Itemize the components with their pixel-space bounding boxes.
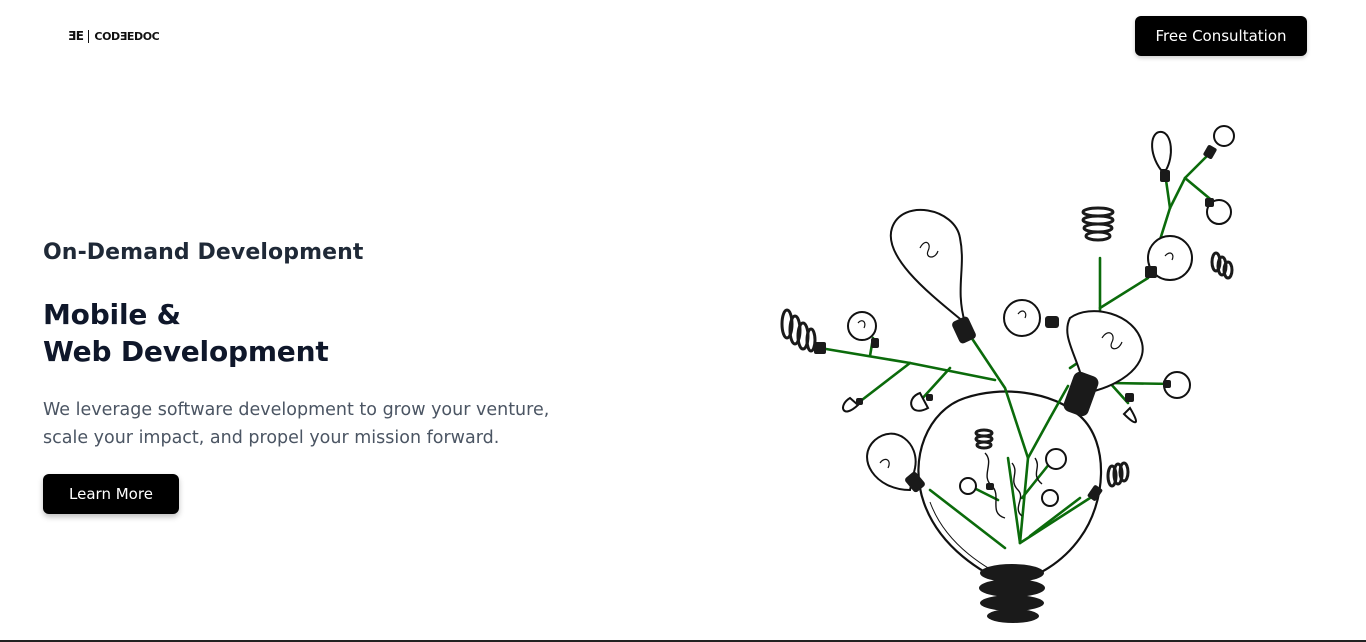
logo-divider [88,29,90,43]
hero-description: We leverage software development to grow… [43,396,603,452]
logo-mark: ƎE [68,29,84,43]
learn-more-button[interactable]: Learn More [43,474,179,514]
hero-title-line-1: Mobile & [43,298,181,331]
hero-description-line-1: We leverage software development to grow… [43,400,550,420]
hero-title-line-2: Web Development [43,335,329,368]
logo-wordmark: CODƎEDOC [94,29,160,43]
lightbulb-tree-illustration [780,125,1235,623]
hero-eyebrow: On-Demand Development [43,240,364,265]
hero-description-line-2: scale your impact, and propel your missi… [43,428,500,448]
logo[interactable]: ƎE CODƎEDOC [68,28,160,44]
free-consultation-button[interactable]: Free Consultation [1135,16,1307,56]
hero-title: Mobile & Web Development [43,296,329,370]
